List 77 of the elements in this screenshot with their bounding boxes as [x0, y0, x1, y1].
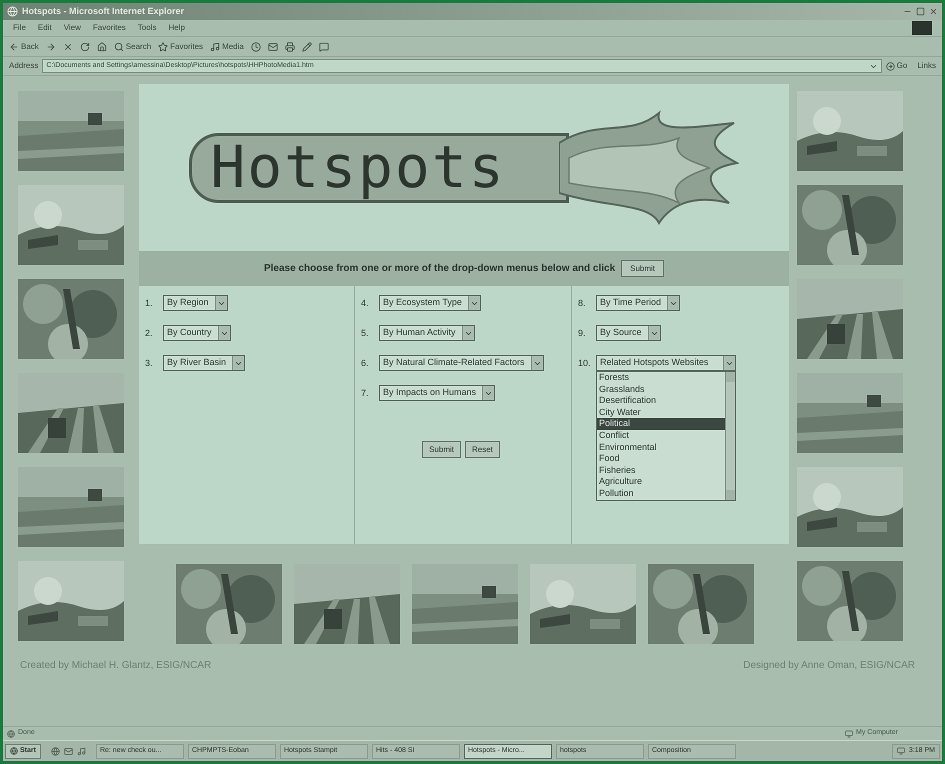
globe-icon [10, 747, 18, 755]
mail-icon[interactable] [64, 746, 73, 756]
printer-icon[interactable] [284, 42, 295, 52]
menu-item[interactable]: Tools [138, 22, 156, 34]
menu-number: 10. [578, 357, 590, 370]
dropdown[interactable]: By Impacts on Humans [379, 385, 496, 401]
menu-number: 2. [145, 327, 154, 340]
dropdown[interactable]: By Time Period [596, 295, 680, 311]
menu-number: 3. [145, 357, 154, 370]
clock-icon[interactable] [250, 42, 261, 52]
footer-credit: Designed by Anne Oman, ESIG/NCAR [743, 659, 915, 673]
toolbar-button[interactable]: Search [114, 40, 152, 52]
dropdown[interactable]: By Source [596, 325, 661, 341]
menu-number: 5. [361, 327, 370, 340]
dropdown-option[interactable]: Food [597, 453, 725, 465]
search-icon [114, 42, 124, 52]
menu-item[interactable]: Help [168, 22, 185, 34]
dropdown-option[interactable]: Forests [597, 372, 725, 384]
dropdown[interactable]: By Ecosystem Type [379, 295, 481, 311]
dropdown-option[interactable]: Grasslands [597, 384, 725, 396]
hotspots-logo: Hotspots [189, 132, 569, 202]
menu-number: 8. [578, 297, 587, 310]
menu-number: 7. [361, 387, 370, 400]
dropdown[interactable]: Related Hotspots Websites [596, 355, 736, 371]
pencil-icon[interactable] [302, 42, 312, 52]
mail-icon[interactable] [268, 42, 278, 52]
address-label: Address [9, 60, 38, 72]
dropdown-option[interactable]: Desertification [597, 395, 725, 407]
submit-button[interactable]: Submit [621, 260, 664, 277]
toolbar-button[interactable]: Favorites [158, 40, 204, 52]
go-button[interactable]: Go [886, 60, 908, 72]
dropdown[interactable]: By River Basin [163, 355, 246, 371]
monitor-icon[interactable] [896, 747, 905, 755]
refresh-icon[interactable] [80, 42, 90, 52]
menu-number: 4. [361, 297, 370, 310]
dropdown-option[interactable]: Fisheries [597, 464, 725, 476]
dropdown-option[interactable]: Agriculture [597, 476, 725, 488]
form-button[interactable]: Submit [422, 441, 461, 458]
close-icon[interactable] [929, 7, 938, 16]
instruction-text: Please choose from one or more of the drop-down menus below and click [264, 262, 616, 276]
maximize-icon[interactable] [916, 7, 925, 16]
forward-icon[interactable] [46, 42, 56, 52]
music-icon [210, 42, 220, 52]
dropdown-option[interactable]: Political [597, 418, 725, 430]
stop-icon[interactable] [62, 42, 73, 52]
menu-number: 1. [145, 297, 154, 310]
dropdown[interactable]: By Human Activity [379, 325, 475, 341]
menu-item[interactable]: View [64, 22, 81, 34]
browser-icon [7, 6, 18, 17]
scrollbar[interactable] [725, 372, 735, 500]
menu-number: 6. [361, 357, 370, 370]
dropdown[interactable]: By Natural Climate-Related Factors [379, 355, 544, 371]
dropdown-option[interactable]: Environmental [597, 442, 725, 454]
music-icon[interactable] [76, 746, 86, 756]
windows-logo-icon [912, 21, 932, 35]
form-button[interactable]: Reset [465, 441, 500, 458]
page-icon [7, 730, 15, 738]
speech-bubble-icon[interactable] [318, 42, 329, 52]
dropdown-option[interactable]: Conflict [597, 430, 725, 442]
computer-icon [844, 730, 853, 738]
menu-number: 9. [578, 327, 587, 340]
menu-item[interactable]: Edit [38, 22, 52, 34]
home-icon[interactable] [96, 42, 107, 52]
toolbar-button[interactable]: Back [9, 40, 39, 52]
toolbar-button[interactable]: Media [210, 40, 244, 52]
dropdown[interactable]: By Region [163, 295, 228, 311]
links-label[interactable]: Links [917, 60, 936, 72]
dropdown-option[interactable]: City Water [597, 406, 725, 418]
back-icon [9, 42, 19, 52]
dropdown-option[interactable]: Pollution [597, 488, 725, 500]
menu-item[interactable]: Favorites [92, 22, 126, 34]
window-title: Hotspots - Microsoft Internet Explorer [22, 4, 184, 18]
browser-icon[interactable] [50, 746, 60, 756]
dropdown[interactable]: By Country [163, 325, 231, 341]
star-icon [158, 42, 168, 52]
footer-credit: Created by Michael H. Glantz, ESIG/NCAR [20, 659, 212, 673]
menu-item[interactable]: File [13, 22, 26, 34]
